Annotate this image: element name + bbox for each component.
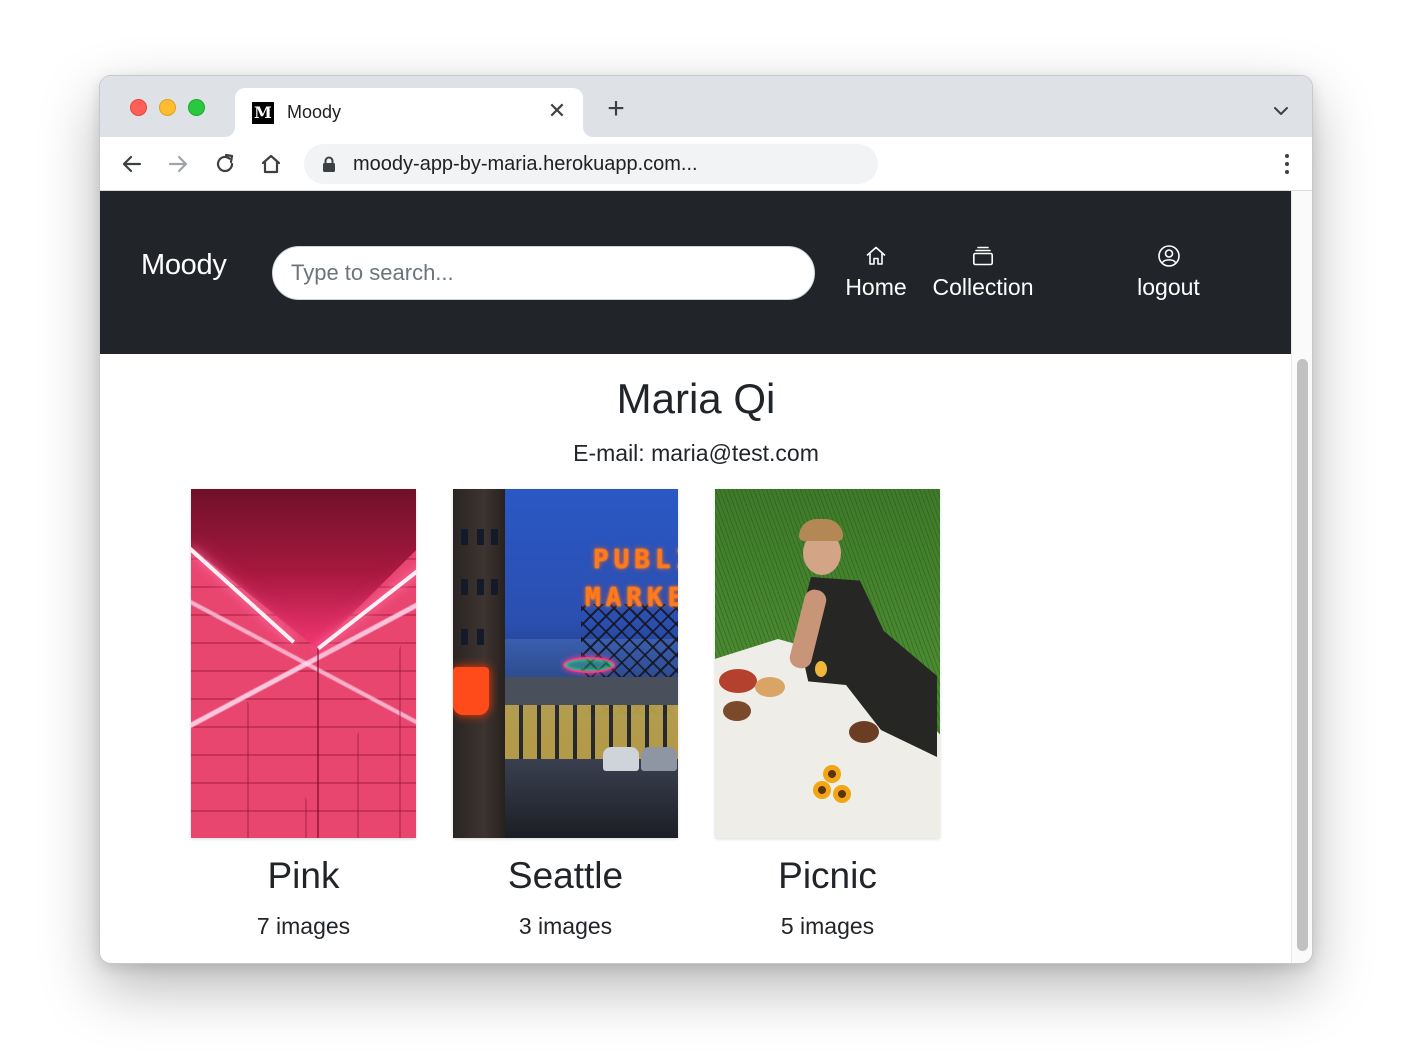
collection-card-seattle[interactable]: PUBLIC MARKET (453, 489, 678, 939)
collection-card-pink[interactable]: Pink 7 images (191, 489, 416, 939)
house-icon (866, 246, 886, 265)
user-circle-icon (1157, 245, 1180, 267)
lock-icon[interactable] (322, 156, 336, 172)
collection-title[interactable]: Pink (191, 855, 416, 897)
page-viewport: Moody Home Collection (100, 191, 1312, 963)
collection-title[interactable]: Picnic (715, 855, 940, 897)
profile-name: Maria Qi (616, 375, 776, 422)
nav-logout-label: logout (1137, 274, 1200, 300)
reload-icon[interactable] (212, 151, 238, 177)
new-tab-icon[interactable]: + (603, 94, 629, 124)
tab-strip: M Moody ✕ + (100, 76, 1312, 137)
favicon-icon: M (252, 102, 274, 124)
collection-image-pink[interactable] (191, 489, 416, 838)
nav-collection-label: Collection (932, 274, 1034, 300)
page-scrollbar[interactable] (1291, 191, 1312, 963)
more-menu-icon[interactable] (1284, 152, 1290, 176)
scrollbar-thumb[interactable] (1297, 359, 1308, 951)
forward-arrow-icon[interactable] (165, 151, 191, 177)
nav-home[interactable]: Home (844, 244, 908, 301)
chevron-down-icon[interactable] (1272, 102, 1290, 120)
back-arrow-icon[interactable] (119, 151, 145, 177)
app-navbar: Moody Home Collection (100, 191, 1292, 354)
nav-home-label: Home (845, 274, 907, 300)
nav-logout[interactable]: logout (1131, 244, 1206, 301)
collection-icon (972, 246, 993, 266)
nav-collection[interactable]: Collection (929, 244, 1037, 301)
browser-toolbar: moody-app-by-maria.herokuapp.com... (100, 137, 1312, 191)
search-input[interactable] (272, 246, 815, 300)
browser-tab[interactable]: M Moody ✕ (225, 88, 593, 137)
home-icon[interactable] (258, 151, 284, 177)
zoom-window-button[interactable] (188, 99, 205, 116)
address-bar[interactable]: moody-app-by-maria.herokuapp.com... (304, 144, 878, 184)
url-text: moody-app-by-maria.herokuapp.com... (353, 153, 698, 175)
collection-count: 5 images (780, 913, 875, 939)
close-tab-icon[interactable]: ✕ (545, 99, 569, 123)
profile-email: E-mail: maria@test.com (573, 440, 819, 466)
collection-image-picnic[interactable] (715, 489, 940, 838)
collection-count: 3 images (518, 913, 613, 939)
collection-title[interactable]: Seattle (453, 855, 678, 897)
collection-image-seattle[interactable]: PUBLIC MARKET (453, 489, 678, 838)
brand-logo[interactable]: Moody (141, 249, 227, 282)
close-window-button[interactable] (130, 99, 147, 116)
collection-card-picnic[interactable]: Picnic 5 images (715, 489, 940, 939)
minimize-window-button[interactable] (159, 99, 176, 116)
collection-count: 7 images (256, 913, 351, 939)
tab-title: Moody (287, 102, 342, 122)
browser-window: M Moody ✕ + moody-app-by-maria.herokuapp… (99, 75, 1313, 964)
